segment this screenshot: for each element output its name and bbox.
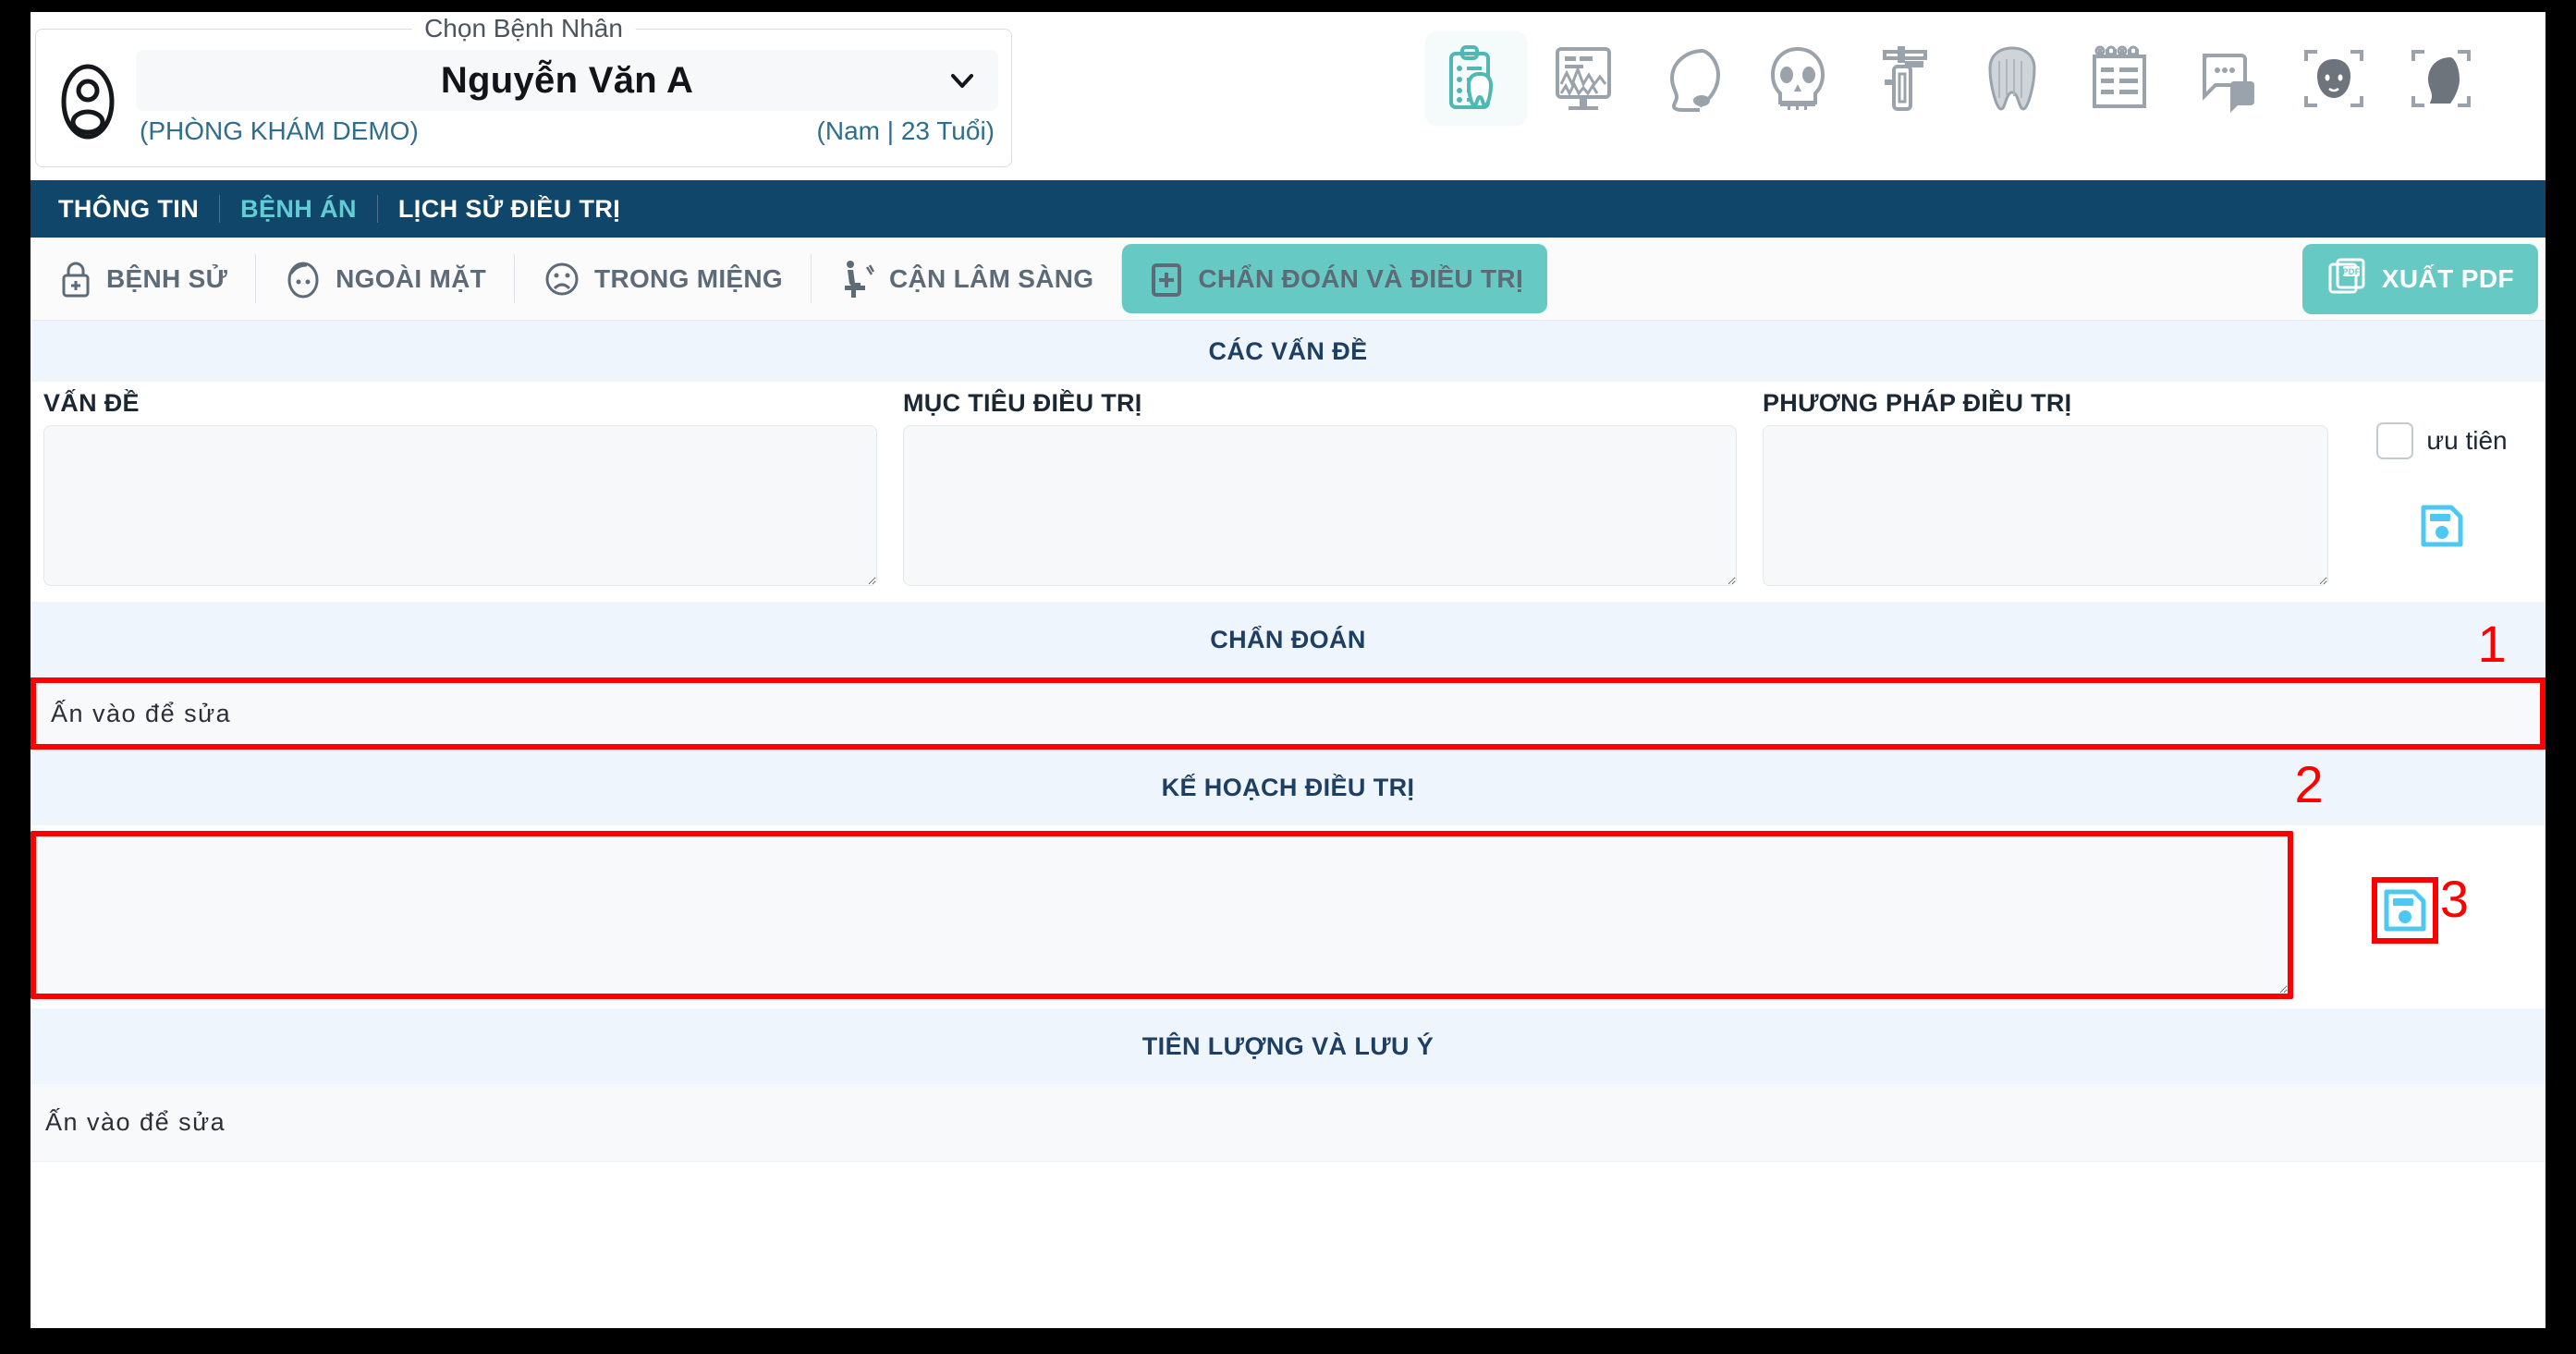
save-floppy-icon[interactable] — [2418, 502, 2466, 555]
prognosis-row[interactable]: Ấn vào để sửa — [31, 1084, 2545, 1162]
priority-label: ưu tiên — [2426, 426, 2508, 455]
tooth-icon[interactable] — [1962, 32, 2062, 125]
tab-can-lam-sang[interactable]: CẬN LÂM SÀNG — [812, 238, 1121, 320]
export-pdf-label: XUẤT PDF — [2381, 264, 2514, 293]
record-tabs: BỆNH SỬ NGOÀI MẶT TRONG MIỆNG CẬN LÂM SÀ… — [31, 238, 2545, 321]
priority-checkbox[interactable] — [2376, 422, 2414, 459]
clipboard-tooth-icon[interactable] — [1426, 32, 1526, 125]
annotation-2: 2 — [2294, 755, 2324, 813]
section-title: TIÊN LƯỢNG VÀ LƯU Ý — [1141, 1032, 1435, 1060]
profile-scan-icon[interactable] — [2391, 32, 2491, 125]
diagnosis-row[interactable]: Ấn vào để sửa — [31, 677, 2545, 750]
notebook-icon[interactable] — [2069, 32, 2169, 125]
footer-spacer — [31, 1162, 2545, 1197]
face-outline-icon — [284, 259, 323, 299]
treatment-method-textarea[interactable] — [1763, 425, 2328, 586]
treatment-method-label: PHƯƠNG PHÁP ĐIỀU TRỊ — [1763, 389, 2072, 417]
plus-square-icon — [1146, 258, 1185, 300]
treatment-goal-column: MỤC TIÊU ĐIỀU TRỊ — [890, 382, 1750, 591]
plan-textarea-highlight — [31, 831, 2293, 999]
nav-item-thong-tin[interactable]: THÔNG TIN — [58, 180, 219, 238]
diagnosis-placeholder: Ấn vào để sửa — [51, 699, 232, 727]
clinic-name: (PHÒNG KHÁM DEMO) — [140, 116, 419, 145]
tab-ngoai-mat[interactable]: NGOÀI MẶT — [256, 238, 514, 320]
head-profile-icon[interactable] — [1641, 32, 1740, 125]
tab-trong-mieng[interactable]: TRONG MIỆNG — [515, 238, 811, 320]
patient-name: Nguyễn Văn A — [440, 59, 694, 101]
xray-monitor-icon[interactable] — [1533, 32, 1633, 125]
prognosis-placeholder: Ấn vào để sửa — [45, 1108, 226, 1136]
patient-dropdown[interactable]: Nguyễn Văn A — [136, 50, 998, 111]
dental-chair-icon — [839, 258, 876, 300]
nav-item-lich-su-dieu-tri[interactable]: LỊCH SỬ ĐIỀU TRỊ — [378, 180, 641, 238]
problem-column: VẤN ĐỀ — [31, 382, 890, 591]
tab-label: CẬN LÂM SÀNG — [889, 263, 1094, 293]
nav-item-benh-an[interactable]: BỆNH ÁN — [220, 180, 377, 238]
plan-textarea[interactable] — [36, 836, 2288, 994]
plan-input-wrap — [31, 825, 2293, 1008]
save-floppy-icon — [2384, 889, 2426, 932]
treatment-goal-label: MỤC TIÊU ĐIỀU TRỊ — [903, 389, 1142, 417]
problem-textarea[interactable] — [43, 425, 877, 586]
tab-label: NGOÀI MẶT — [336, 263, 487, 293]
chevron-down-icon[interactable] — [946, 65, 978, 96]
svg-text:PDF: PDF — [2342, 267, 2360, 276]
treatment-method-column: PHƯƠNG PHÁP ĐIỀU TRỊ — [1750, 382, 2341, 591]
user-circle-icon — [49, 63, 127, 140]
annotation-3: 3 — [2439, 870, 2470, 928]
problem-label: VẤN ĐỀ — [43, 389, 140, 417]
module-toolbar — [1426, 32, 2491, 125]
priority-checkbox-row[interactable]: ưu tiên — [2376, 422, 2508, 459]
application-window: Chọn Bệnh Nhân Nguyễn Văn A (PHÒNG KHÁM … — [31, 12, 2545, 1328]
chat-bubble-icon[interactable] — [2177, 32, 2277, 125]
app-header: Chọn Bệnh Nhân Nguyễn Văn A (PHÒNG KHÁM … — [31, 12, 2545, 180]
patient-demographics: (Nam | 23 Tuổi) — [816, 116, 995, 145]
plan-body: 3 — [31, 825, 2545, 1008]
plan-actions: 3 — [2293, 825, 2545, 944]
tab-label: CHẨN ĐOÁN VÀ ĐIỀU TRỊ — [1198, 263, 1524, 293]
section-title: KẾ HOẠCH ĐIỀU TRỊ — [1161, 774, 1415, 801]
face-scan-icon[interactable] — [2284, 32, 2384, 125]
main-navigation: THÔNG TIN BỆNH ÁN LỊCH SỬ ĐIỀU TRỊ — [31, 180, 2545, 238]
tab-benh-su[interactable]: BỆNH SỬ — [31, 238, 255, 320]
sad-face-icon — [543, 259, 581, 299]
export-pdf-button[interactable]: PDF XUẤT PDF — [2301, 244, 2538, 314]
lock-plus-icon — [58, 259, 93, 299]
skull-icon[interactable] — [1748, 32, 1848, 125]
tab-label: TRONG MIỆNG — [594, 263, 784, 293]
problem-actions: ưu tiên — [2341, 382, 2543, 591]
tab-label: BỆNH SỬ — [106, 263, 228, 293]
problems-body: VẤN ĐỀ MỤC TIÊU ĐIỀU TRỊ PHƯƠNG PHÁP ĐIỀ… — [31, 382, 2545, 602]
pdf-pages-icon: PDF — [2326, 255, 2367, 304]
section-title: CÁC VẤN ĐỀ — [1208, 337, 1368, 365]
section-header-plan: KẾ HOẠCH ĐIỀU TRỊ 2 — [31, 750, 2545, 825]
section-header-diagnosis: CHẨN ĐOÁN 1 — [31, 602, 2545, 677]
section-header-prognosis: TIÊN LƯỢNG VÀ LƯU Ý — [31, 1008, 2545, 1084]
caliper-icon[interactable] — [1855, 32, 1955, 125]
treatment-goal-textarea[interactable] — [903, 425, 1737, 586]
annotation-1: 1 — [2477, 615, 2507, 673]
section-header-problems: CÁC VẤN ĐỀ — [31, 321, 2545, 382]
patient-selector[interactable]: Chọn Bệnh Nhân Nguyễn Văn A (PHÒNG KHÁM … — [35, 14, 1012, 167]
plan-save-button[interactable] — [2371, 877, 2438, 944]
section-title: CHẨN ĐOÁN — [1210, 626, 1366, 653]
tab-chan-doan-va-dieu-tri[interactable]: CHẨN ĐOÁN VÀ ĐIỀU TRỊ — [1122, 244, 1548, 313]
